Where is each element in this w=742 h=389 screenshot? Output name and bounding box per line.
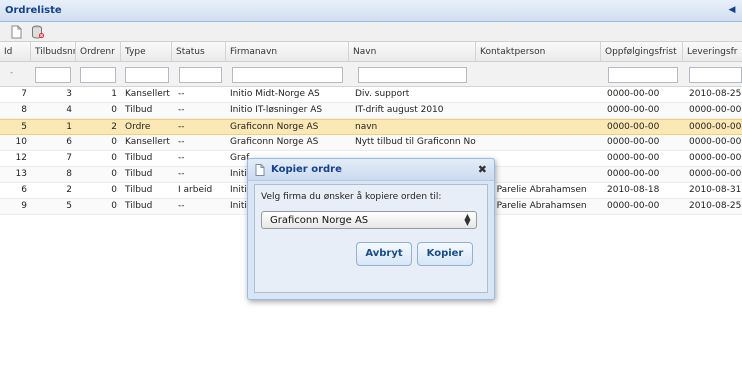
dialog-header: Kopier ordre ✖ — [248, 159, 494, 181]
modal-overlay: Kopier ordre ✖ Velg firma du ønsker å ko… — [0, 0, 742, 389]
cancel-button[interactable]: Avbryt — [356, 242, 412, 266]
dialog-body: Velg firma du ønsker å kopiere orden til… — [254, 184, 488, 293]
copy-order-dialog: Kopier ordre ✖ Velg firma du ønsker å ko… — [247, 158, 495, 300]
document-icon — [255, 164, 265, 176]
copy-button[interactable]: Kopier — [417, 242, 473, 266]
select-arrows-icon: ▲ ▼ — [464, 212, 471, 227]
company-select[interactable]: Graficonn Norge AS ▲ ▼ — [261, 211, 477, 229]
dialog-title: Kopier ordre — [271, 164, 342, 175]
company-select-value: Graficonn Norge AS — [270, 215, 369, 226]
dialog-prompt: Velg firma du ønsker å kopiere orden til… — [261, 192, 442, 202]
close-icon[interactable]: ✖ — [478, 163, 487, 176]
